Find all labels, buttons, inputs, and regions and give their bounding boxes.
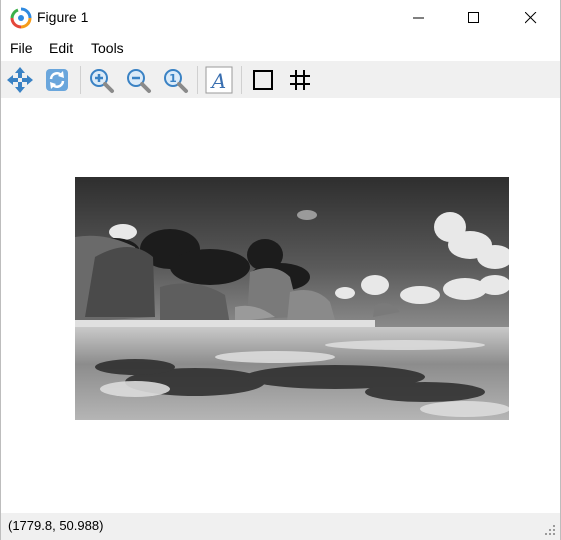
rectangle-button[interactable] xyxy=(247,64,279,96)
grid-button[interactable] xyxy=(284,64,316,96)
reset-view-icon xyxy=(46,69,68,91)
menu-bar: File Edit Tools xyxy=(1,38,560,60)
zoom-100-icon: 1 xyxy=(164,69,188,93)
cursor-coordinates: (1779.8, 50.988) xyxy=(8,518,104,533)
maximize-icon xyxy=(468,12,479,23)
title-bar: Figure 1 xyxy=(1,0,560,36)
toolbar-separator xyxy=(241,66,242,94)
menu-tools[interactable]: Tools xyxy=(91,40,124,56)
toolbar-separator xyxy=(197,66,198,94)
resize-grip-icon[interactable] xyxy=(544,524,556,536)
app-logo-icon xyxy=(10,7,32,29)
text-icon: A xyxy=(205,66,233,94)
toolbar-separator xyxy=(80,66,81,94)
figure-window: Figure 1 File Edit Tools 1 A (1779.8, 50… xyxy=(0,0,561,540)
menu-edit[interactable]: Edit xyxy=(49,40,73,56)
maximize-button[interactable] xyxy=(451,0,497,36)
window-title: Figure 1 xyxy=(37,9,89,25)
grid-icon xyxy=(290,70,310,90)
zoom-out-icon xyxy=(127,69,151,93)
pan-button[interactable] xyxy=(4,64,36,96)
zoom-in-button[interactable] xyxy=(85,64,117,96)
text-tool-button[interactable]: A xyxy=(203,64,235,96)
rectangle-icon xyxy=(253,70,273,90)
menu-file[interactable]: File xyxy=(10,40,33,56)
svg-text:1: 1 xyxy=(169,72,177,85)
toolbar: 1 A xyxy=(1,61,560,98)
pan-icon xyxy=(7,67,33,93)
status-bar: (1779.8, 50.988) xyxy=(1,513,560,540)
close-icon xyxy=(525,12,537,24)
minimize-icon xyxy=(413,17,424,19)
close-button[interactable] xyxy=(508,0,554,36)
svg-text:A: A xyxy=(210,69,226,93)
zoom-100-button[interactable]: 1 xyxy=(159,64,191,96)
minimize-button[interactable] xyxy=(396,0,442,36)
beach-photo[interactable] xyxy=(75,177,509,420)
zoom-in-icon xyxy=(90,69,114,93)
zoom-out-button[interactable] xyxy=(122,64,154,96)
figure-canvas[interactable] xyxy=(1,98,560,512)
reset-view-button[interactable] xyxy=(41,64,73,96)
